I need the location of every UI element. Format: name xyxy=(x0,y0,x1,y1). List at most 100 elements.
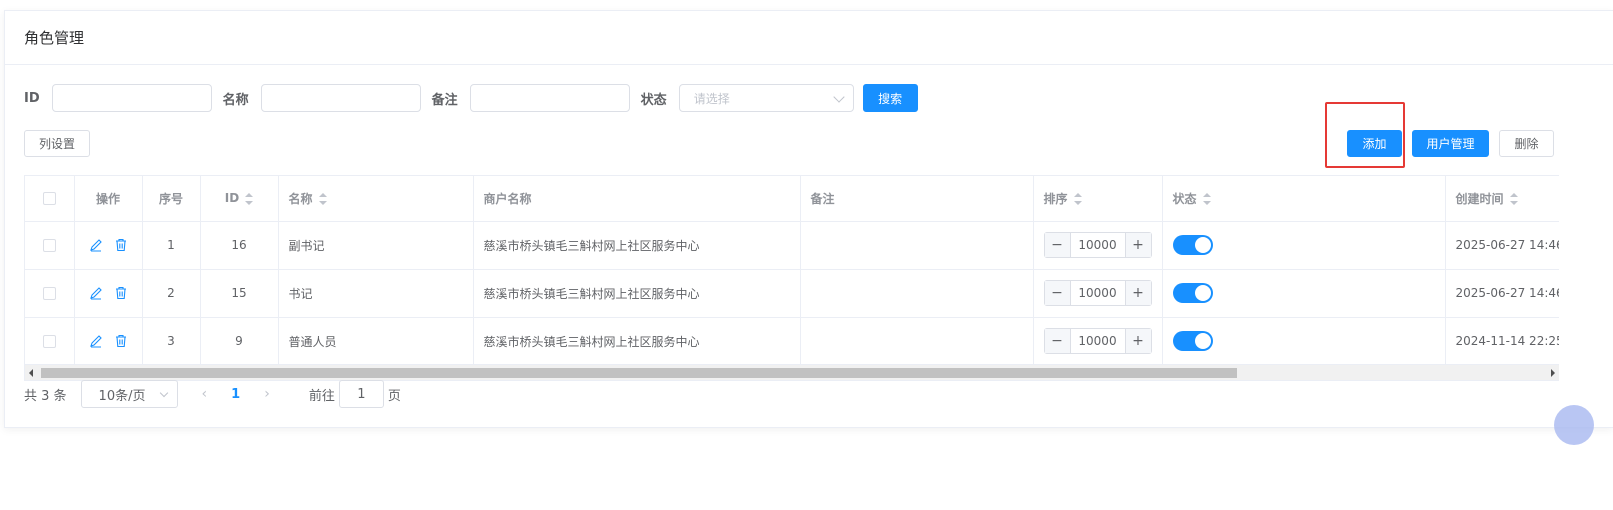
goto-page-input[interactable]: 1 xyxy=(338,380,384,408)
stepper-increment[interactable]: + xyxy=(1124,329,1151,353)
status-filter-select[interactable]: 请选择 xyxy=(678,84,854,112)
scroll-right-icon[interactable] xyxy=(1551,369,1555,377)
roles-table: 操作 序号 ID 名称 商户名称 备注 排序 状态 创建时间 1 16 副书记 … xyxy=(24,175,1559,381)
horizontal-scrollbar[interactable] xyxy=(25,364,1559,380)
stepper-value[interactable]: 10000 xyxy=(1071,329,1125,353)
pagination-total: 共 3 条 xyxy=(24,388,67,404)
user-management-button[interactable]: 用户管理 xyxy=(1412,130,1489,157)
header-status[interactable]: 状态 xyxy=(1162,176,1446,222)
row-select-cell xyxy=(25,269,75,318)
delete-button[interactable]: 删除 xyxy=(1499,130,1554,157)
row-index: 2 xyxy=(142,269,201,318)
delete-icon[interactable] xyxy=(114,334,128,348)
table-row: 1 16 副书记 慈溪市桥头镇毛三斛村网上社区服务中心 − 10000 + 20… xyxy=(25,221,1559,270)
sort-icon[interactable] xyxy=(1202,193,1211,206)
filter-row: ID 名称 备注 状态 请选择 搜索 xyxy=(24,84,918,112)
header-created[interactable]: 创建时间 xyxy=(1445,176,1559,222)
row-checkbox[interactable] xyxy=(42,335,56,348)
page-title: 角色管理 xyxy=(24,29,85,47)
id-filter-label: ID xyxy=(24,90,40,106)
add-button[interactable]: 添加 xyxy=(1347,130,1402,157)
select-all-cell xyxy=(25,176,75,222)
scrollbar-thumb[interactable] xyxy=(41,368,1237,378)
row-sort-cell: − 10000 + xyxy=(1033,317,1163,366)
row-status-cell xyxy=(1162,317,1446,366)
row-remark xyxy=(800,317,1034,366)
row-name: 普通人员 xyxy=(278,317,474,366)
id-filter-input[interactable] xyxy=(51,84,212,112)
header-name-label: 名称 xyxy=(288,191,313,206)
row-index: 1 xyxy=(142,221,201,270)
header-status-label: 状态 xyxy=(1172,191,1197,206)
next-page-button[interactable]: › xyxy=(264,386,270,402)
edit-icon[interactable] xyxy=(89,238,103,252)
remark-filter-input[interactable] xyxy=(469,84,630,112)
delete-icon[interactable] xyxy=(114,286,128,300)
toolbar-right: 添加 用户管理 删除 xyxy=(1347,130,1554,157)
header-action: 操作 xyxy=(74,176,143,222)
row-remark xyxy=(800,221,1034,270)
select-all-checkbox[interactable] xyxy=(42,192,56,206)
table-header-row: 操作 序号 ID 名称 商户名称 备注 排序 状态 创建时间 xyxy=(25,176,1559,222)
stepper-value[interactable]: 10000 xyxy=(1071,281,1125,305)
row-checkbox[interactable] xyxy=(42,239,56,252)
remark-filter-label: 备注 xyxy=(431,92,458,108)
row-name: 书记 xyxy=(278,269,474,318)
floating-assistant-button[interactable] xyxy=(1554,405,1594,445)
search-button[interactable]: 搜索 xyxy=(862,84,918,112)
sort-stepper: − 10000 + xyxy=(1043,232,1152,258)
stepper-decrement[interactable]: − xyxy=(1044,329,1071,353)
edit-icon[interactable] xyxy=(89,334,103,348)
status-toggle[interactable] xyxy=(1172,235,1213,255)
sort-stepper: − 10000 + xyxy=(1043,328,1152,354)
row-sort-cell: − 10000 + xyxy=(1033,269,1163,318)
row-index: 3 xyxy=(142,317,201,366)
sort-icon[interactable] xyxy=(318,193,327,206)
chevron-down-icon xyxy=(833,91,845,103)
row-actions xyxy=(74,317,143,366)
header-id-label: ID xyxy=(224,191,240,206)
sort-icon[interactable] xyxy=(1509,193,1518,206)
prev-page-button[interactable]: ‹ xyxy=(202,386,208,402)
goto-suffix: 页 xyxy=(387,388,401,404)
name-filter-input[interactable] xyxy=(260,84,421,112)
stepper-decrement[interactable]: − xyxy=(1044,233,1071,257)
stepper-decrement[interactable]: − xyxy=(1044,281,1071,305)
row-id: 9 xyxy=(200,317,279,366)
status-filter-placeholder: 请选择 xyxy=(693,91,730,106)
role-management-card: 角色管理 ID 名称 备注 状态 请选择 搜索 列设置 添加 用户管理 删除 操… xyxy=(4,10,1613,428)
stepper-value[interactable]: 10000 xyxy=(1071,233,1125,257)
toolbar-left: 列设置 xyxy=(24,130,90,157)
header-name[interactable]: 名称 xyxy=(278,176,474,222)
column-settings-button[interactable]: 列设置 xyxy=(24,130,90,157)
row-created: 2025-06-27 14:46:51 xyxy=(1445,221,1559,270)
sort-icon[interactable] xyxy=(1073,193,1082,206)
current-page[interactable]: 1 xyxy=(231,387,240,402)
card-header: 角色管理 xyxy=(5,11,1613,65)
status-toggle[interactable] xyxy=(1172,283,1213,303)
chevron-down-icon xyxy=(159,388,168,398)
header-sort-label: 排序 xyxy=(1043,191,1068,206)
stepper-increment[interactable]: + xyxy=(1124,281,1151,305)
row-name: 副书记 xyxy=(278,221,474,270)
scroll-left-icon[interactable] xyxy=(29,369,33,377)
stepper-increment[interactable]: + xyxy=(1124,233,1151,257)
row-merchant: 慈溪市桥头镇毛三斛村网上社区服务中心 xyxy=(473,317,801,366)
delete-icon[interactable] xyxy=(114,238,128,252)
row-merchant: 慈溪市桥头镇毛三斛村网上社区服务中心 xyxy=(473,269,801,318)
status-toggle[interactable] xyxy=(1172,331,1213,351)
row-actions xyxy=(74,221,143,270)
header-id[interactable]: ID xyxy=(200,176,279,222)
pagination: 共 3 条 10条/页 ‹ 1 › 前往 1 页 xyxy=(24,380,401,408)
row-id: 15 xyxy=(200,269,279,318)
page-size-value: 10条/页 xyxy=(98,388,146,404)
header-merchant: 商户名称 xyxy=(473,176,801,222)
edit-icon[interactable] xyxy=(89,286,103,300)
goto-prefix: 前往 xyxy=(308,388,335,404)
row-checkbox[interactable] xyxy=(42,287,56,300)
header-sort[interactable]: 排序 xyxy=(1033,176,1163,222)
sort-icon[interactable] xyxy=(245,192,254,205)
page-size-select[interactable]: 10条/页 xyxy=(80,380,178,408)
table-row: 3 9 普通人员 慈溪市桥头镇毛三斛村网上社区服务中心 − 10000 + 20… xyxy=(25,317,1559,366)
header-created-label: 创建时间 xyxy=(1455,191,1504,206)
